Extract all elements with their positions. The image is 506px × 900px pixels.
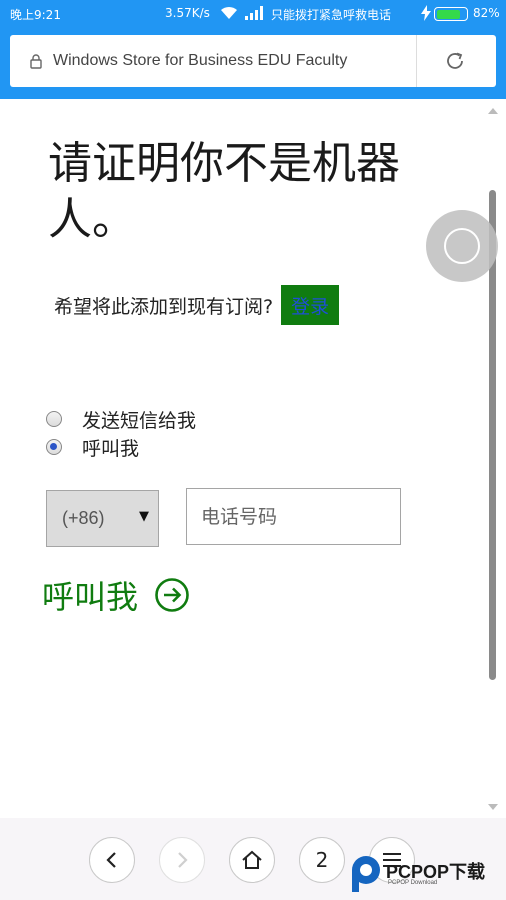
home-icon — [242, 850, 262, 869]
call-radio-label[interactable]: 呼叫我 — [82, 434, 139, 461]
battery-percent: 82% — [473, 6, 500, 20]
home-button[interactable] — [229, 837, 275, 883]
chevron-right-icon — [178, 852, 188, 868]
call-radio[interactable] — [46, 439, 62, 455]
browser-bottom-bar: 2 PCPOP下载 PCPOP Download — [0, 818, 506, 900]
sms-radio-label[interactable]: 发送短信给我 — [82, 406, 196, 433]
call-me-label[interactable]: 呼叫我 — [42, 572, 138, 618]
battery-level — [436, 9, 461, 19]
network-speed: 3.57K/s — [165, 6, 210, 20]
forward-button[interactable] — [159, 837, 205, 883]
watermark-subtext: PCPOP Download — [388, 880, 438, 886]
arrow-right-circle-icon[interactable] — [154, 577, 190, 613]
address-divider — [416, 35, 417, 87]
tab-count: 2 — [315, 848, 329, 872]
charging-icon — [421, 5, 431, 24]
wifi-icon — [219, 5, 239, 24]
address-bar[interactable]: Windows Store for Business EDU Faculty — [10, 35, 496, 87]
floating-assistive-button[interactable] — [426, 210, 498, 282]
status-bar: 晚上9:21 3.57K/s 只能拨打紧急呼救电话 82% — [0, 0, 506, 28]
subscription-prompt-text: 希望将此添加到现有订阅? — [54, 295, 274, 318]
pcpop-logo-icon — [352, 856, 380, 892]
dropdown-arrow-icon: ▼ — [139, 509, 149, 524]
battery-icon — [434, 7, 468, 21]
country-code-select[interactable]: (+86) ▼ — [46, 490, 159, 547]
phone-number-input[interactable] — [186, 488, 401, 545]
status-time: 晚上9:21 — [10, 8, 61, 22]
tabs-button[interactable]: 2 — [299, 837, 345, 883]
carrier-text: 只能拨打紧急呼救电话 — [271, 8, 392, 22]
back-button[interactable] — [89, 837, 135, 883]
reload-icon[interactable] — [444, 50, 466, 72]
lock-icon — [30, 54, 42, 69]
scroll-down-arrow-icon[interactable] — [488, 804, 498, 810]
chevron-left-icon — [106, 852, 116, 868]
option-sms[interactable]: 发送短信给我 — [46, 406, 196, 432]
call-me-link[interactable]: 呼叫我 — [42, 572, 190, 618]
country-code-value: (+86) — [62, 508, 105, 528]
browser-top-bar: 晚上9:21 3.57K/s 只能拨打紧急呼救电话 82% Windows St… — [0, 0, 506, 99]
signal-icon — [245, 6, 265, 23]
scroll-up-arrow-icon[interactable] — [488, 108, 498, 114]
sms-radio[interactable] — [46, 411, 62, 427]
page-heading: 请证明你不是机器人。 — [48, 138, 400, 245]
option-call[interactable]: 呼叫我 — [46, 434, 139, 460]
pcpop-watermark: PCPOP下载 PCPOP Download — [350, 850, 506, 900]
page-title-in-address-bar[interactable]: Windows Store for Business EDU Faculty — [53, 52, 347, 70]
subscription-prompt: 希望将此添加到现有订阅? 登录 — [54, 285, 340, 325]
login-button[interactable]: 登录 — [281, 285, 340, 325]
